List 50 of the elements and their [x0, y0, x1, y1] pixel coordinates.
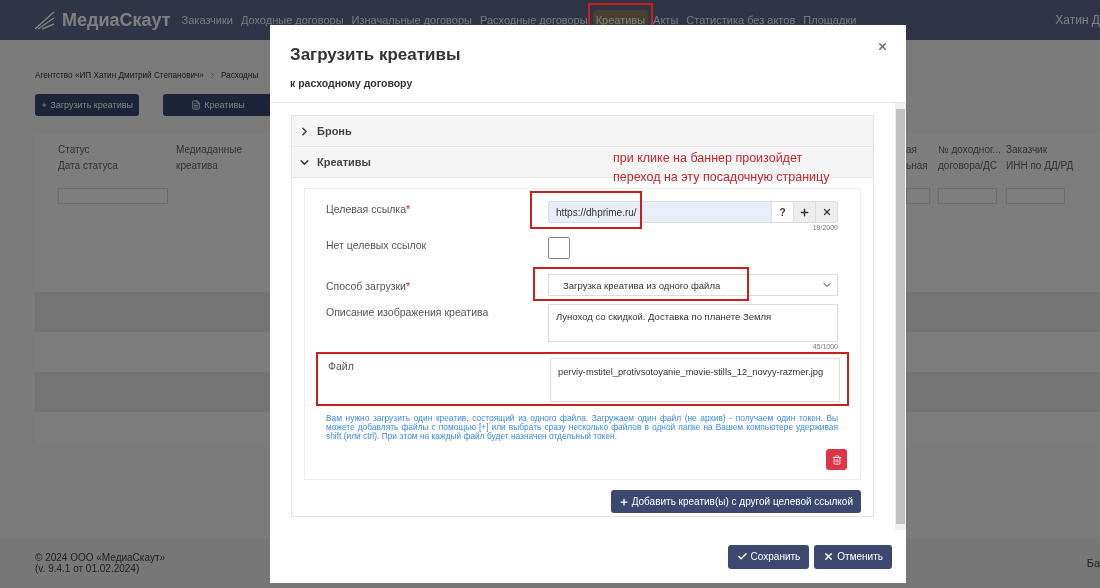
file-icon: [191, 100, 202, 110]
column-header: Медиаданные креатива: [176, 143, 242, 173]
annotation-note: при клике на баннер произойдет переход на эту посадочную страницу: [613, 150, 831, 186]
plus-icon: [618, 496, 629, 507]
close-button[interactable]: [877, 41, 888, 52]
copyright-text: © 2024 ООО «МедиаСкаут»: [35, 552, 166, 563]
scrollbar[interactable]: [895, 103, 906, 530]
cancel-button[interactable]: Отменить: [814, 544, 892, 569]
help-button[interactable]: ?: [771, 202, 793, 222]
column-header: № доходног... договора/ДС: [938, 143, 1001, 173]
plus-icon: [41, 100, 48, 110]
field-label: Способ загрузки*: [326, 279, 411, 292]
clear-button[interactable]: [815, 202, 837, 222]
upload-method-select[interactable]: Загрузка креатива из одного файла: [548, 274, 838, 296]
column-header: Статус Дата статуса: [58, 143, 118, 173]
footer-text: Ба: [1086, 557, 1100, 569]
column-header: ая ьная: [906, 143, 928, 173]
add-creative-button[interactable]: Добавить креатив(ы) с другой целевой ссылкой: [610, 490, 861, 513]
breadcrumb-link[interactable]: Агентство «ИП Хатин Дмитрий Степанович»: [35, 70, 204, 80]
field-label: Описание изображения креатива: [326, 305, 489, 318]
file-field[interactable]: perviy-mstitel_protivsotoyanie_movie-stills_12_novyy-razmer.jpg: [550, 358, 840, 402]
checkbox[interactable]: [548, 237, 570, 259]
nav-link[interactable]: Заказчики: [178, 10, 236, 30]
filter-field[interactable]: [906, 188, 930, 204]
close-icon: [877, 41, 888, 52]
creatives-button[interactable]: Креативы: [163, 94, 273, 116]
upload-button[interactable]: Загрузить креативы: [35, 94, 139, 116]
logo-icon: [34, 10, 56, 30]
trash-icon: [831, 454, 842, 465]
field-label: Целевая ссылка*: [326, 202, 411, 215]
brand-name: МедиаСкаут: [62, 9, 171, 31]
column-header: Заказчик ИНН по ДД/РД: [1006, 143, 1074, 173]
plus-icon: [799, 206, 810, 218]
url-field[interactable]: https://dhprime.ru/: [549, 202, 771, 222]
breadcrumb-link[interactable]: Расходны: [220, 70, 259, 80]
field-label: Нет целевых ссылок: [326, 238, 427, 251]
user-name[interactable]: Хатин Д: [1055, 13, 1100, 27]
dialog-subtitle: к расходному договору: [290, 77, 413, 89]
close-icon: [821, 207, 832, 217]
accordion-header[interactable]: Креативы: [298, 155, 371, 169]
delete-button[interactable]: [826, 449, 847, 470]
hint-text: Вам нужно загрузить один креатив, состоящий из одного файла. Загружаем один файл (не архив) - получаем один токен. Вы можете добавлять файлы с помощью [+] или выбрать сразу несколько файлов в одной папке на Вашем компьютере удерживая shift (или ctrl). При этом на каждый файл будет назначен отдельный токен.: [326, 414, 838, 441]
save-button[interactable]: Сохранить: [727, 544, 810, 569]
field-label: Файл: [328, 359, 354, 372]
description-field[interactable]: Луноход со скидкой. Доставка по планете Земля: [548, 304, 838, 342]
check-icon: [736, 551, 748, 562]
dialog-title: Загрузить креативы: [290, 45, 461, 65]
version-text: (v. 9.4.1 от 01.02.2024): [35, 563, 140, 574]
accordion-header[interactable]: Бронь: [298, 124, 352, 138]
close-icon: [823, 551, 835, 562]
